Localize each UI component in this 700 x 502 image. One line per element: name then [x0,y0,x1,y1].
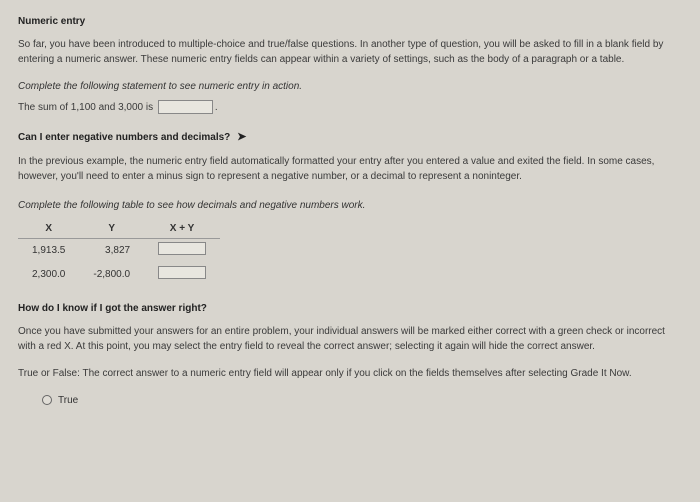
data-table: X Y X + Y 1,913.5 3,827 2,300.0 -2,800.0 [18,219,220,287]
cell-y-0: 3,827 [79,238,144,263]
statement-line: The sum of 1,100 and 3,000 is . [18,100,682,115]
table-row: 1,913.5 3,827 [18,238,220,263]
section-title: Numeric entry [18,14,682,29]
col-header-x: X [18,219,79,239]
paragraph-3: Once you have submitted your answers for… [18,324,682,354]
intro-paragraph: So far, you have been introduced to mult… [18,37,682,67]
question-1-heading: Can I enter negative numbers and decimal… [18,129,682,146]
question-1-text: Can I enter negative numbers and decimal… [18,132,230,143]
col-header-y: Y [79,219,144,239]
statement-suffix: . [215,102,218,113]
question-2-heading: How do I know if I got the answer right? [18,301,682,316]
instruction-2: Complete the following table to see how … [18,198,682,213]
cell-x-0: 1,913.5 [18,238,79,263]
cell-x-1: 2,300.0 [18,263,79,287]
radio-label-true: True [58,393,78,408]
paragraph-2: In the previous example, the numeric ent… [18,154,682,184]
true-false-prompt: True or False: The correct answer to a n… [18,366,682,381]
cell-y-1: -2,800.0 [79,263,144,287]
radio-option-true[interactable]: True [18,393,682,408]
cursor-icon: ➤ [237,129,246,146]
sum-input-row-1[interactable] [158,266,206,279]
radio-icon [42,395,52,405]
instruction-1: Complete the following statement to see … [18,79,682,94]
statement-prefix: The sum of 1,100 and 3,000 is [18,102,153,113]
sum-input-row-0[interactable] [158,242,206,255]
sum-input[interactable] [158,100,213,114]
table-row: 2,300.0 -2,800.0 [18,263,220,287]
col-header-sum: X + Y [144,219,220,239]
